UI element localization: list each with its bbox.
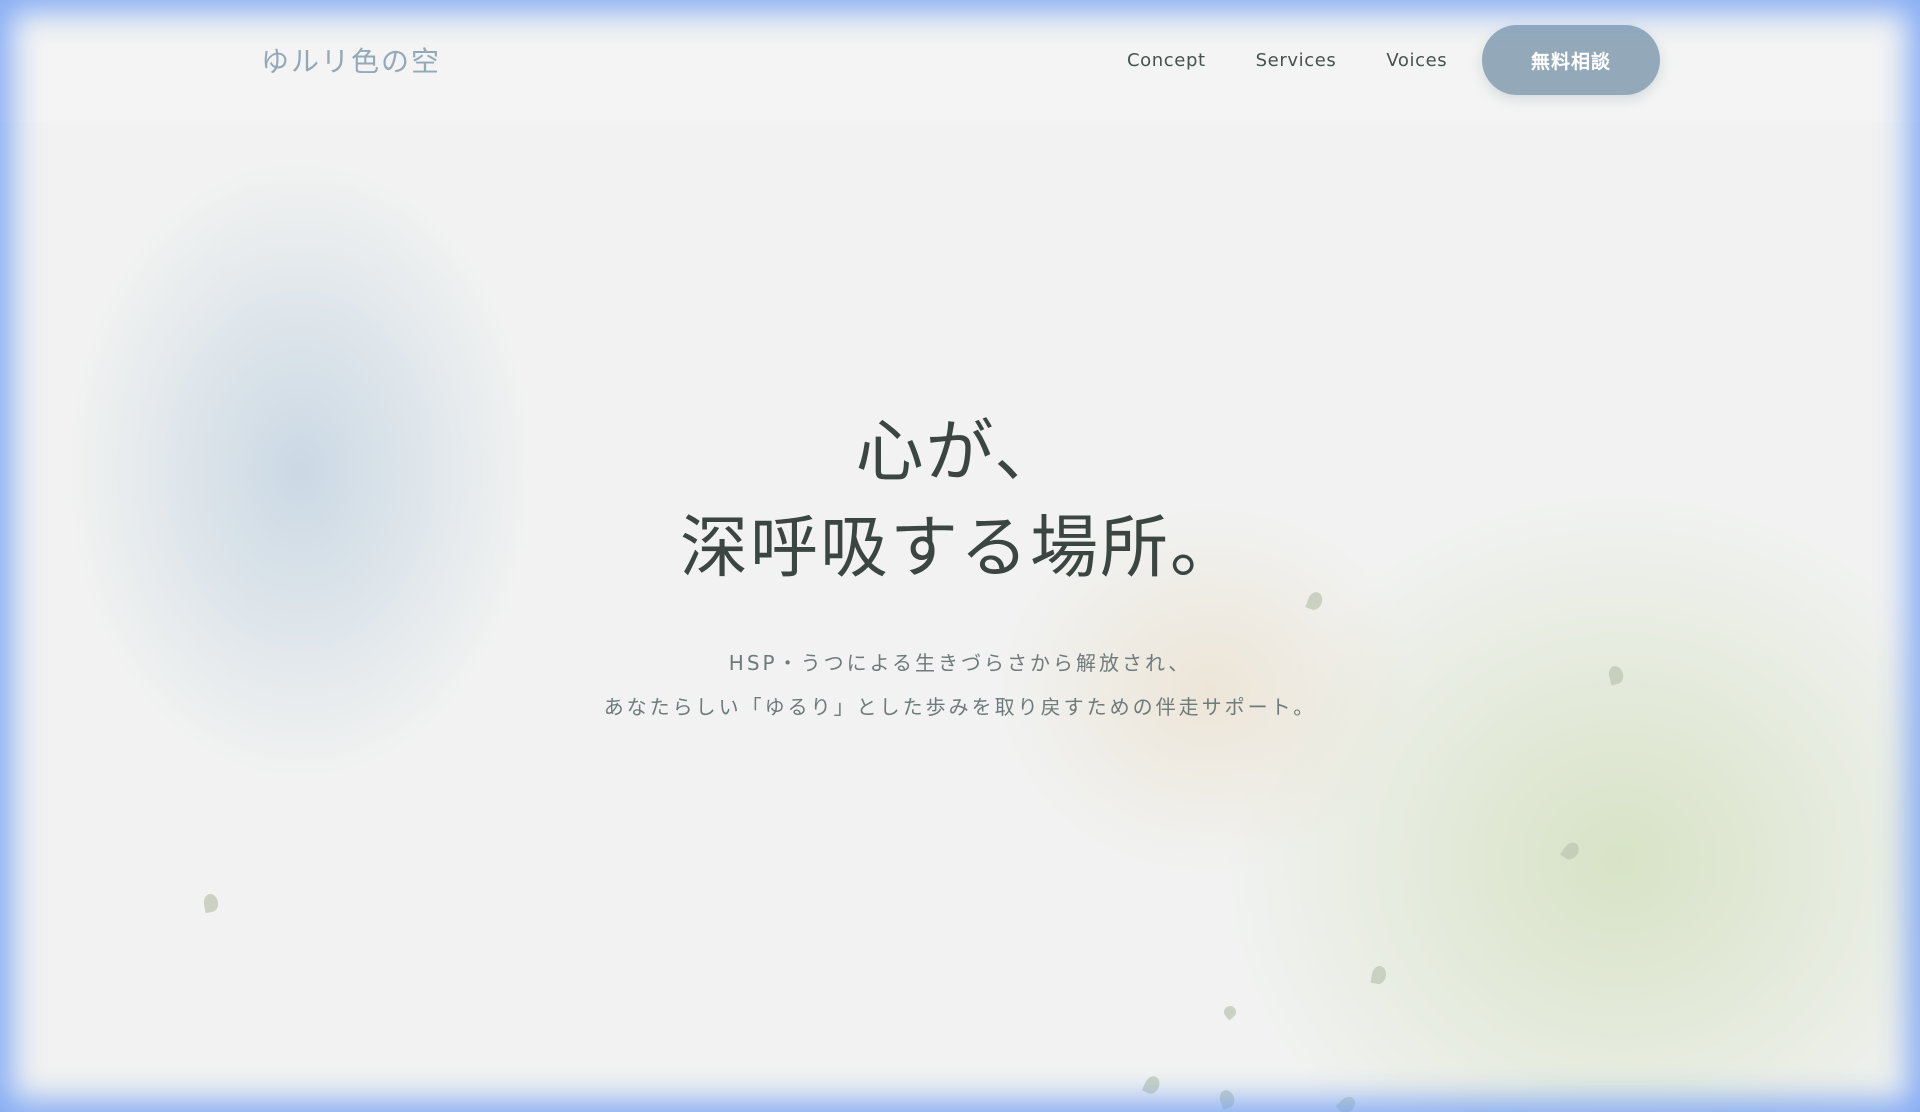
hero-section: 心が、 深呼吸する場所。 HSP・うつによる生きづらさから解放され、 あなたらし… bbox=[0, 405, 1920, 729]
petal-decoration bbox=[202, 892, 220, 914]
petal-decoration bbox=[1221, 1003, 1239, 1021]
petal-decoration bbox=[1217, 1088, 1237, 1110]
hero-subtitle: HSP・うつによる生きづらさから解放され、 あなたらしい「ゆるり」とした歩みを取… bbox=[0, 641, 1920, 729]
petal-decoration bbox=[1141, 1073, 1163, 1097]
petal-decoration bbox=[1560, 839, 1582, 863]
main-nav: Concept Services Voices bbox=[1127, 50, 1447, 71]
hero-title-line: 心が、 bbox=[855, 413, 1065, 492]
hero-title-line: 深呼吸する場所。 bbox=[679, 509, 1240, 588]
site-header: ゆルリ色の空 Concept Services Voices 無料相談 bbox=[0, 0, 1920, 122]
nav-link-concept[interactable]: Concept bbox=[1127, 50, 1206, 71]
nav-link-services[interactable]: Services bbox=[1256, 50, 1337, 71]
free-consultation-button[interactable]: 無料相談 bbox=[1482, 25, 1660, 95]
petal-decoration bbox=[1370, 964, 1388, 986]
hero-subtitle-line: HSP・うつによる生きづらさから解放され、 bbox=[728, 651, 1192, 675]
page: ゆルリ色の空 Concept Services Voices 無料相談 心が、 … bbox=[0, 0, 1920, 1112]
hero-subtitle-line: あなたらしい「ゆるり」とした歩みを取り戻すための伴走サポート。 bbox=[603, 695, 1317, 719]
petal-decoration bbox=[1335, 1093, 1359, 1112]
nav-link-voices[interactable]: Voices bbox=[1386, 50, 1447, 71]
site-logo[interactable]: ゆルリ色の空 bbox=[261, 40, 441, 80]
hero-title: 心が、 深呼吸する場所。 bbox=[0, 405, 1920, 597]
